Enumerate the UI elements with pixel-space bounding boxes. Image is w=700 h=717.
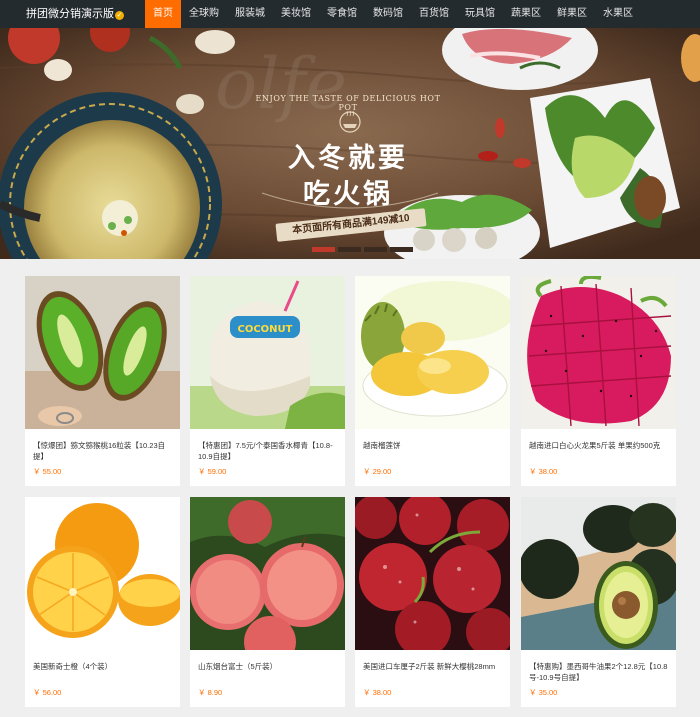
product-card[interactable]: 美国进口车厘子2斤装 新鲜大樱桃28mm ￥ 38.00 [355,497,510,707]
product-image[interactable] [355,497,510,650]
svg-text:COCONUT: COCONUT [238,324,293,335]
product-price: ￥ 38.00 [529,467,558,476]
product-card[interactable]: 【惊爆团】猕文猕猴桃16粒装【10.23自提】 ￥ 55.00 [25,276,180,486]
nav-item-toys[interactable]: 玩具馆 [457,0,503,28]
product-image[interactable] [355,276,510,429]
product-price: ￥ 56.00 [33,688,62,697]
product-title[interactable]: 【特惠购】墨西哥牛油果2个12.8元【10.8号-10.9号自提】 [529,661,671,683]
product-title[interactable]: 【惊爆团】猕文猕猴桃16粒装【10.23自提】 [33,440,175,462]
product-price: ￥ 55.00 [33,467,62,476]
nav-item-clothing[interactable]: 服装城 [227,0,273,28]
category-nav: 首页 全球购 服装城 美妆馆 零食馆 数码馆 百货馆 玩具馆 蔬果区 鲜果区 水… [145,0,641,28]
nav-item-home[interactable]: 首页 [145,0,181,28]
promo-headline-line2: 吃火锅 [303,179,393,209]
nav-item-snacks[interactable]: 零食馆 [319,0,365,28]
product-image[interactable] [190,497,345,650]
verified-badge-icon: ✓ [115,11,124,20]
product-card[interactable]: 【特惠购】墨西哥牛油果2个12.8元【10.8号-10.9号自提】 ￥ 35.0… [521,497,676,707]
nav-item-fresh-fruit[interactable]: 鲜果区 [549,0,595,28]
product-image[interactable] [521,276,676,429]
product-price: ￥ 59.00 [198,467,227,476]
promo-text-block: ENJOY THE TASTE OF DELICIOUS HOT POT 入冬就… [248,88,448,248]
nav-item-fruit[interactable]: 水果区 [595,0,641,28]
product-card[interactable]: 越南进口白心火龙果5斤装 单果约500克 ￥ 38.00 [521,276,676,486]
product-title[interactable]: 越南榴莲饼 [363,440,505,451]
promo-discount-ribbon: 本页面所有商品满149减10 [275,208,427,242]
carousel-dot[interactable] [390,247,413,252]
product-title[interactable]: 美国新奇士橙（4个装） [33,661,175,672]
product-price: ￥ 29.00 [363,467,392,476]
product-image[interactable] [25,497,180,650]
site-brand[interactable]: 拼团微分销演示版 ✓ [26,0,124,28]
nav-item-global[interactable]: 全球购 [181,0,227,28]
carousel-dot[interactable] [364,247,387,252]
product-price: ￥ 38.00 [363,688,392,697]
product-title[interactable]: 【特惠团】7.5元/个泰国香水椰青【10.8-10.9自提】 [198,440,340,462]
product-card[interactable]: 山东烟台富士（5斤装） ￥ 8.90 [190,497,345,707]
carousel-dot[interactable] [338,247,361,252]
nav-item-vegetables[interactable]: 蔬果区 [503,0,549,28]
product-title[interactable]: 越南进口白心火龙果5斤装 单果约500克 [529,440,671,451]
promo-english-tagline: ENJOY THE TASTE OF DELICIOUS HOT POT [255,94,441,112]
product-price: ￥ 8.90 [198,688,223,697]
product-title[interactable]: 美国进口车厘子2斤装 新鲜大樱桃28mm [363,661,505,672]
product-card[interactable]: 越南榴莲饼 ￥ 29.00 [355,276,510,486]
nav-item-department[interactable]: 百货馆 [411,0,457,28]
promo-headline-line1: 入冬就要 [288,143,408,173]
product-image[interactable] [25,276,180,429]
carousel-dot[interactable] [312,247,335,252]
product-price: ￥ 35.00 [529,688,558,697]
product-image[interactable] [521,497,676,650]
nav-item-digital[interactable]: 数码馆 [365,0,411,28]
product-title[interactable]: 山东烟台富士（5斤装） [198,661,340,672]
top-nav-bar: 拼团微分销演示版 ✓ 首页 全球购 服装城 美妆馆 零食馆 数码馆 百货馆 玩具馆… [0,0,700,28]
product-card[interactable]: COCONUT 【特惠团】7.5元/个泰国香水椰青【10.8-10.9自提】 ￥… [190,276,345,486]
product-card[interactable]: 美国新奇士橙（4个装） ￥ 56.00 [25,497,180,707]
brand-title: 拼团微分销演示版 [26,8,114,20]
product-image[interactable]: COCONUT [190,276,345,429]
nav-item-beauty[interactable]: 美妆馆 [273,0,319,28]
promo-banner[interactable]: olfe ENJOY THE TASTE OF DELICIOUS HOT PO… [0,28,700,259]
carousel-indicators [312,247,413,252]
